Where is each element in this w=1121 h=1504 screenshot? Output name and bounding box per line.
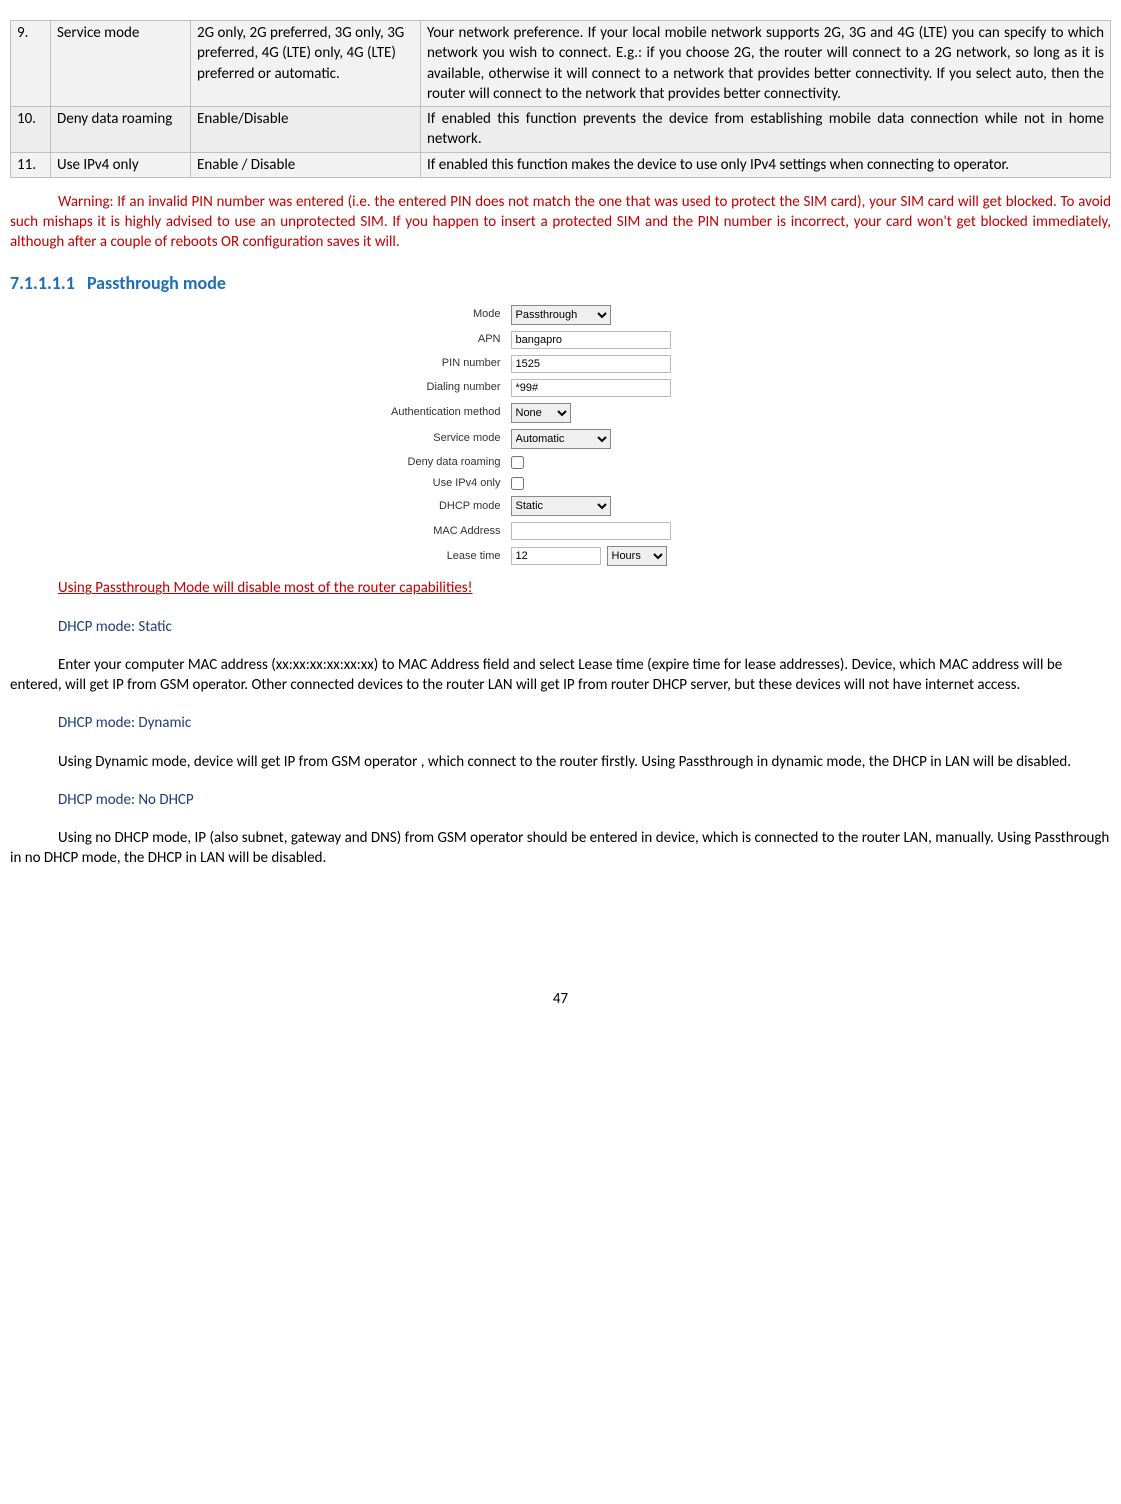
apn-input[interactable]: [511, 331, 671, 349]
row-description: If enabled this function makes the devic…: [421, 152, 1111, 177]
mode-select[interactable]: Passthrough: [511, 305, 611, 325]
row-number: 9.: [11, 21, 51, 107]
row-name: Deny data roaming: [51, 107, 191, 153]
roaming-label: Deny data roaming: [291, 455, 511, 470]
passthrough-warning: Using Passthrough Mode will disable most…: [10, 578, 1111, 598]
lease-unit-select[interactable]: Hours: [607, 546, 667, 566]
row-name: Use IPv4 only: [51, 152, 191, 177]
row-number: 11.: [11, 152, 51, 177]
warning-text: Warning: If an invalid PIN number was en…: [10, 192, 1111, 253]
dhcp-static-body: Enter your computer MAC address (xx:xx:x…: [10, 655, 1111, 696]
dialing-input[interactable]: [511, 379, 671, 397]
ipv4-label: Use IPv4 only: [291, 476, 511, 491]
row-name: Service mode: [51, 21, 191, 107]
dhcp-mode-label: DHCP mode: [291, 499, 511, 514]
table-row: 11. Use IPv4 only Enable / Disable If en…: [11, 152, 1111, 177]
dhcp-dynamic-title: DHCP mode: Dynamic: [10, 713, 1111, 733]
dialing-label: Dialing number: [291, 380, 511, 395]
row-description: If enabled this function prevents the de…: [421, 107, 1111, 153]
apn-label: APN: [291, 332, 511, 347]
dhcp-static-title: DHCP mode: Static: [10, 617, 1111, 637]
dhcp-mode-select[interactable]: Static: [511, 496, 611, 516]
section-number: 7.1.1.1.1: [10, 272, 75, 294]
roaming-checkbox[interactable]: [511, 456, 524, 469]
service-mode-label: Service mode: [291, 431, 511, 446]
section-heading: 7.1.1.1.1 Passthrough mode: [10, 271, 1111, 295]
dhcp-nodhcp-title: DHCP mode: No DHCP: [10, 790, 1111, 810]
page-number: 47: [10, 989, 1111, 1009]
mode-label: Mode: [291, 307, 511, 322]
lease-input[interactable]: [511, 547, 601, 565]
row-description: Your network preference. If your local m…: [421, 21, 1111, 107]
row-value: 2G only, 2G preferred, 3G only, 3G prefe…: [191, 21, 421, 107]
row-value: Enable/Disable: [191, 107, 421, 153]
pin-input[interactable]: [511, 355, 671, 373]
ipv4-checkbox[interactable]: [511, 477, 524, 490]
section-title: Passthrough mode: [87, 272, 226, 294]
pin-label: PIN number: [291, 356, 511, 371]
options-table: 9. Service mode 2G only, 2G preferred, 3…: [10, 20, 1111, 178]
dhcp-dynamic-body: Using Dynamic mode, device will get IP f…: [10, 752, 1111, 772]
row-value: Enable / Disable: [191, 152, 421, 177]
service-mode-select[interactable]: Automatic: [511, 429, 611, 449]
dhcp-nodhcp-body: Using no DHCP mode, IP (also subnet, gat…: [10, 828, 1111, 869]
table-row: 9. Service mode 2G only, 2G preferred, 3…: [11, 21, 1111, 107]
mac-label: MAC Address: [291, 524, 511, 539]
mac-input[interactable]: [511, 522, 671, 540]
row-number: 10.: [11, 107, 51, 153]
lease-label: Lease time: [291, 549, 511, 564]
table-row: 10. Deny data roaming Enable/Disable If …: [11, 107, 1111, 153]
auth-label: Authentication method: [291, 405, 511, 420]
auth-select[interactable]: None: [511, 403, 571, 423]
passthrough-form: Mode Passthrough APN PIN number Dialing …: [281, 299, 841, 577]
